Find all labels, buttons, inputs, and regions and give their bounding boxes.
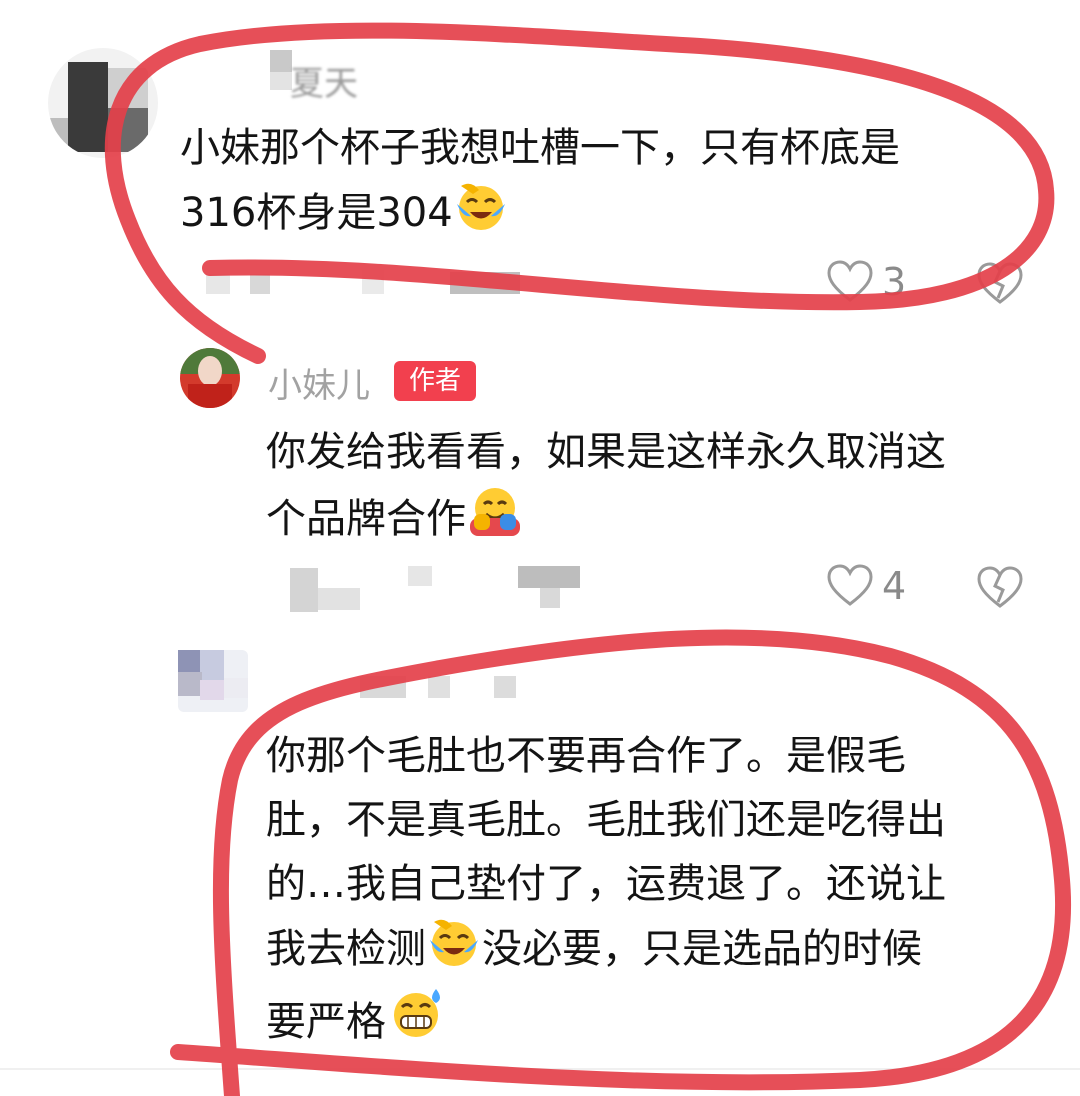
comment-body: 你发给我看看，如果是这样永久取消这 个品牌合作: [266, 420, 1046, 557]
face-with-tears-icon: [453, 180, 509, 251]
meta-mosaic: [290, 560, 590, 612]
heart-icon: [827, 260, 873, 302]
comment-line-text: 个品牌合作: [266, 496, 466, 542]
like-action[interactable]: 3: [826, 260, 906, 304]
like-action[interactable]: 4: [826, 564, 906, 608]
commenter-avatar[interactable]: [178, 650, 248, 712]
face-with-tears-icon: [426, 916, 482, 987]
comment-line: 你那个毛肚也不要再合作了。是假毛: [266, 733, 906, 779]
comment-line-text: 要严格: [266, 999, 386, 1045]
comment-line-text: 我去检测: [266, 926, 426, 972]
dislike-button[interactable]: [976, 566, 1024, 614]
meta-mosaic: [178, 270, 538, 298]
comment-line: 个品牌合作: [266, 484, 1046, 557]
commenter-avatar[interactable]: [48, 48, 158, 158]
comment-line-text: 316杯身是304: [180, 190, 453, 236]
hugging-face-icon: [466, 484, 524, 557]
like-count: 3: [882, 260, 907, 304]
commenter-name[interactable]: 夏天: [290, 56, 358, 105]
broken-heart-icon: [977, 566, 1023, 608]
grinning-sweat-face-icon: [386, 987, 448, 1060]
comment-line: 要严格: [266, 987, 1046, 1060]
dislike-button[interactable]: [976, 262, 1024, 310]
comment-line: 肚，不是真毛肚。毛肚我们还是吃得出: [266, 797, 946, 843]
author-avatar[interactable]: [180, 348, 240, 408]
author-badge: 作者: [394, 361, 476, 401]
bottom-divider: [0, 1068, 1080, 1070]
comment-body: 小妹那个杯子我想吐槽一下，只有杯底是 316杯身是304: [180, 116, 1010, 251]
comment-body: 你那个毛肚也不要再合作了。是假毛 肚，不是真毛肚。毛肚我们还是吃得出 的…我自己…: [266, 724, 1046, 1060]
comment-line: 你发给我看看，如果是这样永久取消这: [266, 429, 946, 475]
comment-line: 316杯身是304: [180, 180, 1010, 251]
comment-line: 的…我自己垫付了，运费退了。还说让: [266, 861, 946, 907]
broken-heart-icon: [977, 262, 1023, 304]
like-count: 4: [882, 564, 907, 608]
comment-line-text: 没必要，只是选品的时候: [482, 926, 922, 972]
comment-line: 小妹那个杯子我想吐槽一下，只有杯底是: [180, 125, 900, 171]
heart-icon: [827, 564, 873, 606]
author-name[interactable]: 小妹儿: [268, 358, 370, 407]
comment-line: 我去检测 没必要，只是选品的时候: [266, 916, 1046, 987]
name-mosaic: [270, 676, 530, 700]
